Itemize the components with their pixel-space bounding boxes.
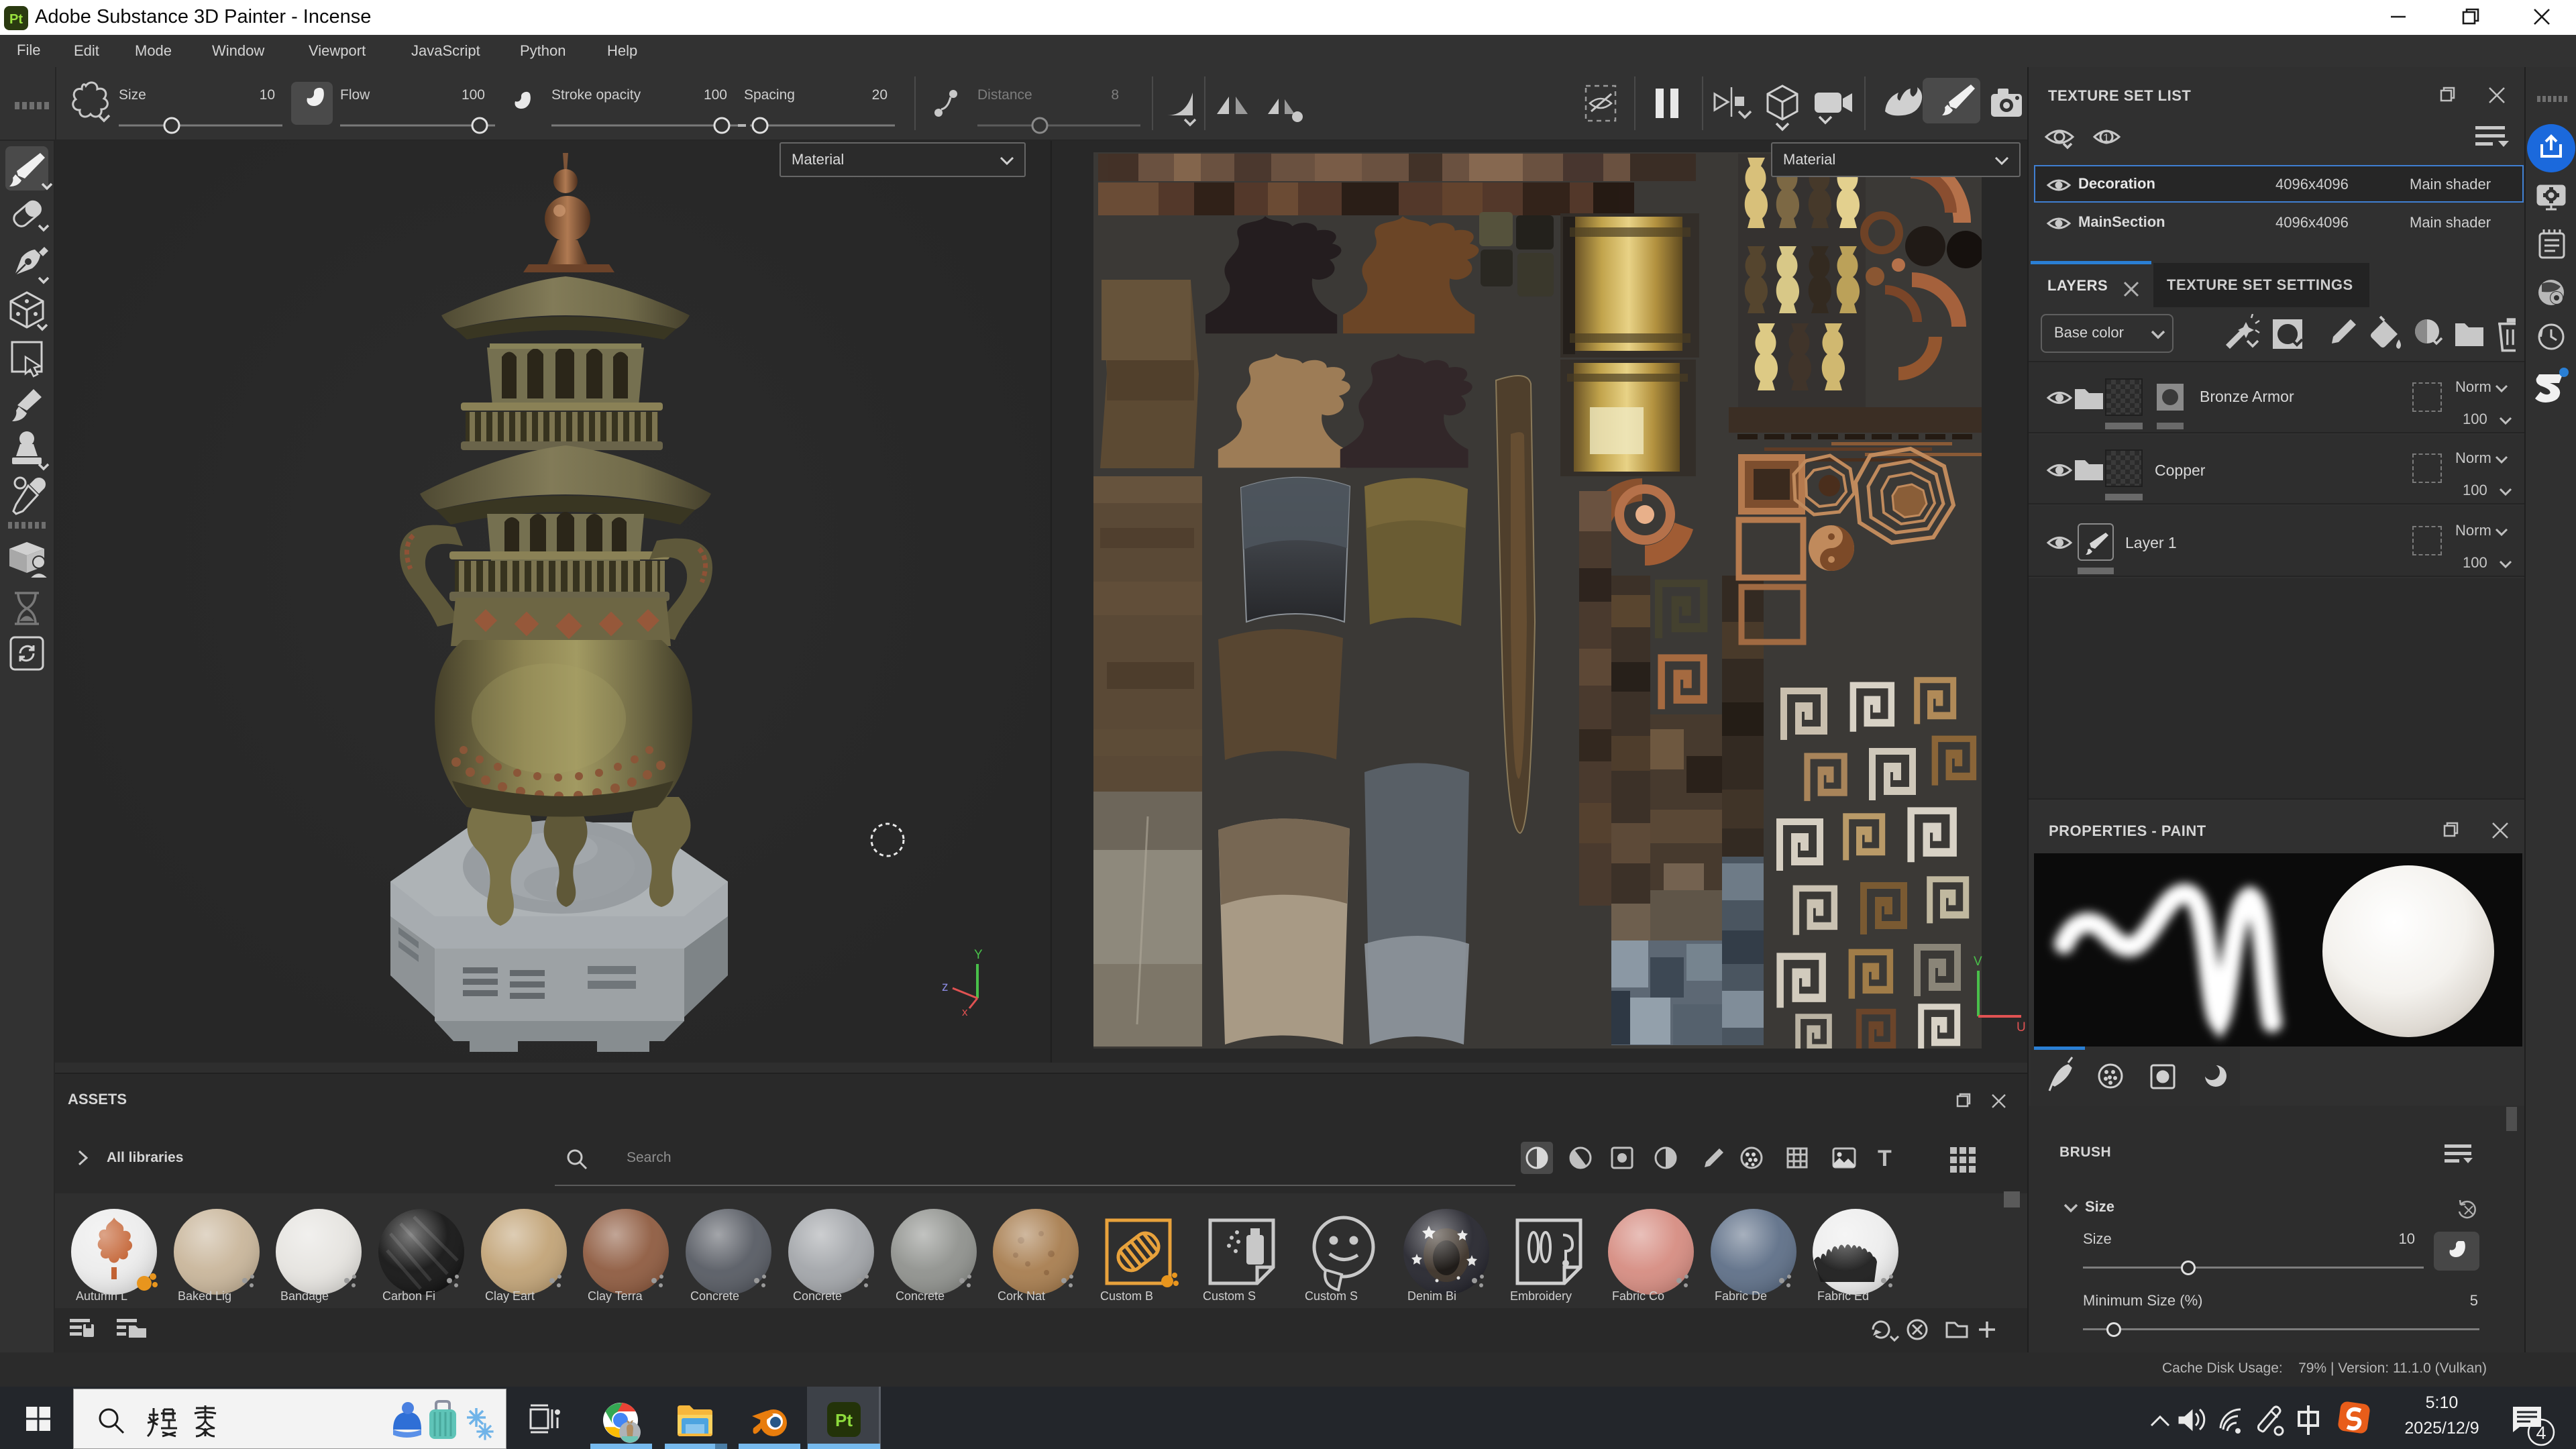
svg-text:z: z (942, 980, 949, 994)
svg-text:x: x (962, 1006, 968, 1016)
svg-text:20: 20 (872, 87, 888, 103)
svg-text:U: U (2017, 1020, 2026, 1034)
svg-text:Spacing: Spacing (744, 87, 795, 103)
svg-text:Stroke opacity: Stroke opacity (551, 87, 641, 103)
svg-text:Y: Y (974, 949, 983, 962)
svg-text:100: 100 (462, 87, 485, 103)
svg-text:Flow: Flow (340, 87, 370, 103)
svg-text:Distance: Distance (977, 87, 1032, 103)
svg-text:8: 8 (1111, 87, 1119, 103)
svg-text:Pt: Pt (9, 12, 23, 27)
svg-text:10: 10 (260, 87, 275, 103)
svg-text:1: 1 (2103, 131, 2109, 144)
svg-text:T: T (1878, 1146, 1892, 1171)
svg-text:100: 100 (704, 87, 727, 103)
svg-text:V: V (1974, 956, 1982, 969)
svg-text:Size: Size (119, 87, 146, 103)
svg-text:4: 4 (2536, 1423, 2546, 1443)
svg-text:Pt: Pt (835, 1410, 853, 1430)
